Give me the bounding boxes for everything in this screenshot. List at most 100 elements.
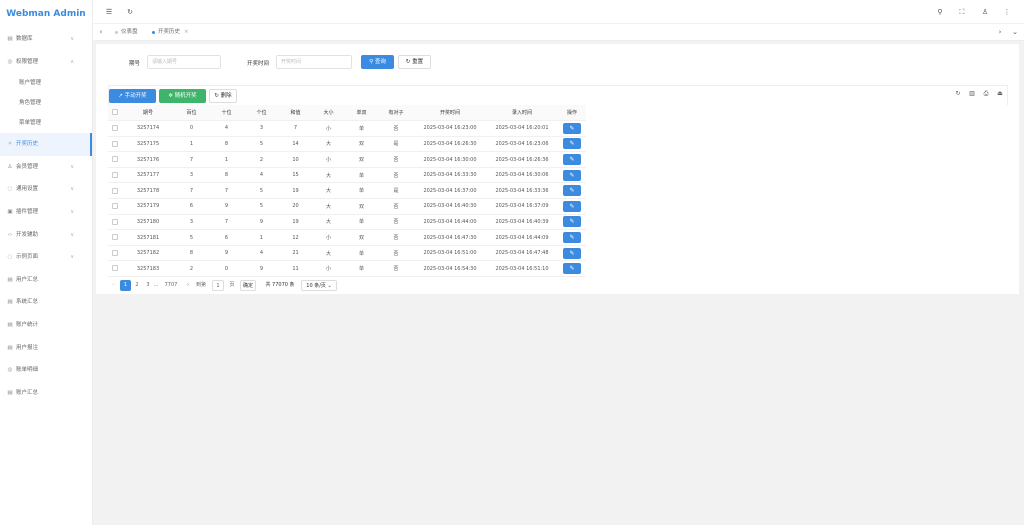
page-1-button[interactable]: 1 [120, 280, 131, 291]
table-cell: 单 [345, 245, 378, 262]
tab-dot-icon [152, 31, 155, 34]
tabs-scroll-right-icon[interactable]: › [994, 26, 1006, 38]
sidebar-item[interactable]: ▣ 插件管理 ∨ [0, 201, 92, 224]
edit-button[interactable]: ✎ [563, 263, 581, 275]
sidebar-item[interactable]: ◌ 示例页面 ∨ [0, 246, 92, 269]
sidebar-item[interactable]: 菜单管理 [0, 113, 92, 133]
table-cell: 小 [312, 229, 345, 246]
sidebar-item[interactable]: ♙ 会员管理 ∨ [0, 156, 92, 179]
table-row: 3257180 3 7 9 19 大单否 2025-03-04 16:44:00 2025-0… [108, 214, 586, 231]
manual-draw-button[interactable]: ➚ 手动开奖 [109, 89, 156, 103]
edit-button[interactable]: ✎ [563, 138, 581, 150]
row-checkbox[interactable] [108, 151, 122, 168]
tabs-scroll-left-icon[interactable]: ‹ [95, 26, 107, 38]
table-cell: 8 [209, 136, 244, 153]
next-page-button[interactable]: › [184, 280, 192, 291]
sidebar-item[interactable]: ▤ 账户汇总 [0, 382, 92, 405]
prev-page-button[interactable]: ‹ [108, 280, 118, 291]
edit-button[interactable]: ✎ [563, 247, 581, 259]
row-checkbox[interactable] [108, 198, 122, 215]
sidebar-item[interactable]: ▤ 账户统计 [0, 314, 92, 337]
edit-button[interactable]: ✎ [563, 216, 581, 228]
row-checkbox[interactable] [108, 136, 122, 153]
table-cell: 21 [279, 245, 312, 262]
edit-button[interactable]: ✎ [563, 232, 581, 244]
sidebar-item[interactable]: ▤ 用户汇总 [0, 269, 92, 292]
sidebar-item[interactable]: ▤ 用户报注 [0, 337, 92, 360]
menu-toggle-icon[interactable]: ☰ [103, 6, 115, 18]
user-icon[interactable]: ♙ [979, 6, 991, 18]
row-actions: ✎ [558, 229, 586, 246]
row-checkbox[interactable] [108, 167, 122, 184]
page-suffix: 页 [229, 282, 235, 288]
row-checkbox[interactable] [108, 182, 122, 200]
row-checkbox[interactable] [108, 214, 122, 231]
edit-button[interactable]: ✎ [563, 154, 581, 166]
tab-close-icon[interactable]: × [184, 29, 189, 35]
bill-icon: ◎ [7, 367, 13, 374]
sidebar-item[interactable]: ◎ 权限管理 ∧ [0, 51, 92, 74]
row-actions: ✎ [558, 214, 586, 231]
row-checkbox[interactable] [108, 120, 122, 137]
sidebar-item[interactable]: ◌ 通用设置 ∨ [0, 178, 92, 201]
sidebar-item[interactable]: ◎ 账单明细 [0, 359, 92, 382]
table-cell: 否 [378, 260, 414, 278]
reset-button[interactable]: ↻ 重置 [398, 55, 431, 69]
sidebar-item-label: 开奖历史 [16, 141, 39, 148]
sidebar-item[interactable]: 角色管理 [0, 93, 92, 113]
tab-dashboard[interactable]: 仪表盘 [115, 27, 138, 38]
goto-confirm-button[interactable]: 确定 [240, 280, 256, 291]
goto-label: 到第 [195, 282, 206, 288]
edit-button[interactable]: ✎ [563, 169, 581, 181]
column-header: 单双 [345, 105, 378, 122]
table-cell: 大 [312, 245, 345, 262]
table-cell: 0 [209, 260, 244, 278]
edit-icon: ✎ [569, 234, 575, 242]
tabs-dropdown-icon[interactable]: ⌄ [1009, 26, 1021, 38]
edit-button[interactable]: ✎ [563, 122, 581, 134]
more-icon[interactable]: ⋮ [1001, 6, 1013, 18]
fullscreen-icon[interactable]: ⛶ [956, 6, 968, 18]
delete-button[interactable]: ↻ 删除 [209, 89, 237, 103]
table-cell: 9 [244, 260, 279, 278]
last-page-button[interactable]: 7707 [162, 280, 180, 291]
row-actions: ✎ [558, 182, 586, 200]
sidebar-item[interactable]: ‹› 开发辅助 ∨ [0, 224, 92, 247]
query-button[interactable]: ⚲ 查询 [361, 55, 394, 69]
row-checkbox[interactable] [108, 260, 122, 278]
table-cell: 6 [209, 229, 244, 246]
random-draw-button[interactable]: ✲ 随机开奖 [159, 89, 206, 103]
page-2-button[interactable]: 2 [133, 280, 141, 291]
goto-page-input[interactable]: 1 [212, 280, 224, 291]
draw-time-input[interactable]: 开奖时间 [276, 55, 352, 69]
refresh-icon[interactable]: ↻ [124, 6, 136, 18]
table-cell: 9 [209, 245, 244, 262]
edit-button[interactable]: ✎ [563, 185, 581, 197]
row-checkbox[interactable] [108, 245, 122, 262]
issue-input[interactable]: 请输入期号 [147, 55, 221, 69]
page-3-button[interactable]: 3 [144, 280, 152, 291]
draw-history-table: 期号 百位 十位 个位 和值 大小 单双 有对子 开奖时间 录入时间 操作 3257174 0 4 3 7 小… [108, 105, 586, 278]
sidebar-item[interactable]: ▤ 数据库 ∨ [0, 28, 92, 51]
search-icon[interactable]: ⚲ [934, 6, 946, 18]
tab-draw-history[interactable]: 开奖历史 × [152, 27, 189, 38]
select-all-checkbox[interactable] [108, 105, 122, 122]
sidebar: Webman Admin ▤ 数据库 ∨ ◎ 权限管理 ∧ 账户管理 角色管理 菜单管理 ✧ 开奖历… [0, 0, 93, 525]
sidebar-item[interactable]: ✧ 开奖历史 [0, 133, 92, 156]
table-cell: 2025-03-04 16:44:00 [414, 214, 486, 231]
column-header: 期号 [122, 105, 174, 122]
sidebar-item[interactable]: ▤ 系统汇总 [0, 291, 92, 314]
sidebar-item-label: 菜单管理 [19, 120, 42, 127]
print-icon[interactable]: ⎙ [981, 90, 991, 98]
manual-draw-label: 手动开奖 [124, 93, 147, 99]
sidebar-item[interactable]: 账户管理 [0, 73, 92, 93]
table-cell: 2025-03-04 16:37:00 [414, 182, 486, 200]
chevron-down-icon: ∨ [70, 163, 74, 170]
row-checkbox[interactable] [108, 229, 122, 246]
export-icon[interactable]: ⏏ [995, 90, 1005, 97]
table-refresh-icon[interactable]: ↻ [953, 90, 963, 97]
edit-button[interactable]: ✎ [563, 200, 581, 212]
page-size-select[interactable]: 10 条/页 ⌄ [301, 280, 337, 291]
column-header: 个位 [244, 105, 279, 122]
filter-columns-icon[interactable]: ▥ [967, 90, 977, 97]
